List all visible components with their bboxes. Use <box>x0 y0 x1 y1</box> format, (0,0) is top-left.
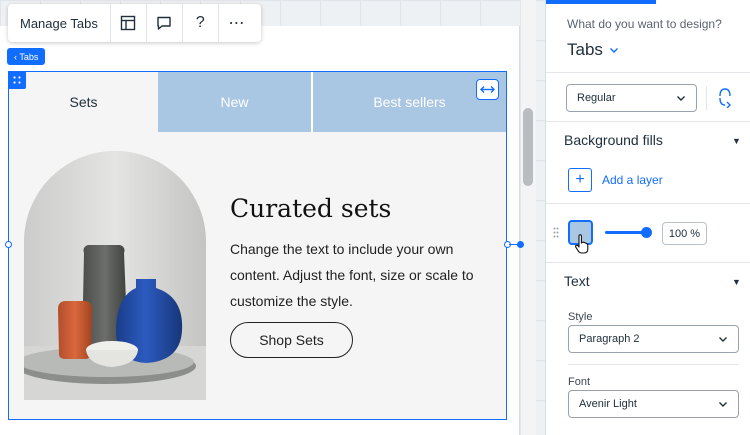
floating-toolbar: Manage Tabs ? ⋯ <box>8 4 261 42</box>
canvas-scrollbar-thumb[interactable] <box>523 108 533 186</box>
chevron-down-icon <box>719 336 727 342</box>
font-label: Font <box>568 376 591 388</box>
font-dropdown[interactable]: Avenir Light <box>568 390 739 418</box>
resize-handle-left[interactable] <box>5 241 12 248</box>
font-value: Avenir Light <box>579 398 637 410</box>
divider <box>706 86 707 110</box>
opacity-input[interactable]: 100 % <box>662 222 707 245</box>
link-states-icon[interactable] <box>716 86 734 108</box>
more-actions-button[interactable]: ⋯ <box>219 4 255 42</box>
style-label: Style <box>568 311 593 323</box>
opacity-slider-track[interactable] <box>605 231 645 234</box>
divider <box>546 203 750 204</box>
chevron-down-icon <box>719 401 727 407</box>
caret-down-icon[interactable]: ▼ <box>732 277 741 287</box>
layout-button[interactable] <box>111 4 147 42</box>
more-icon: ⋯ <box>228 15 246 32</box>
design-question: What do you want to design? <box>567 17 722 31</box>
style-dropdown[interactable]: Paragraph 2 <box>568 325 739 353</box>
stretch-handle[interactable] <box>517 241 524 248</box>
help-button[interactable]: ? <box>183 4 219 42</box>
help-icon: ? <box>195 14 205 31</box>
drag-handle-icon[interactable] <box>553 227 559 238</box>
style-value: Paragraph 2 <box>579 333 640 345</box>
add-layer-link[interactable]: Add a layer <box>602 173 663 187</box>
add-layer-button[interactable]: + <box>568 168 592 192</box>
design-panel: What do you want to design? Tabs Regular… <box>545 0 750 435</box>
caret-down-icon[interactable]: ▼ <box>732 136 741 146</box>
component-name: Tabs <box>567 40 603 59</box>
state-value: Regular <box>577 92 616 104</box>
chevron-down-icon <box>609 47 618 53</box>
divider <box>546 121 750 122</box>
opacity-slider-knob[interactable] <box>641 227 652 238</box>
canvas-scrollbar-track[interactable] <box>520 0 536 435</box>
drag-handle[interactable] <box>8 71 26 89</box>
element-breadcrumb-tag[interactable]: ‹ Tabs <box>7 48 46 65</box>
hand-cursor-icon <box>575 234 589 254</box>
comment-icon <box>157 16 172 30</box>
component-selector[interactable]: Tabs <box>567 40 619 60</box>
divider <box>546 262 750 263</box>
selection-frame <box>8 71 507 420</box>
comment-button[interactable] <box>147 4 183 42</box>
divider <box>546 72 750 73</box>
panel-active-indicator <box>546 0 656 4</box>
background-fills-title[interactable]: Background fills <box>564 132 663 148</box>
divider <box>568 364 739 365</box>
state-dropdown[interactable]: Regular <box>566 84 697 112</box>
layout-icon <box>121 15 136 31</box>
text-section-title[interactable]: Text <box>564 273 590 289</box>
drag-dots-icon <box>13 76 21 84</box>
manage-tabs-button[interactable]: Manage Tabs <box>8 4 111 42</box>
chevron-down-icon <box>677 95 685 101</box>
plus-icon: + <box>575 171 585 188</box>
